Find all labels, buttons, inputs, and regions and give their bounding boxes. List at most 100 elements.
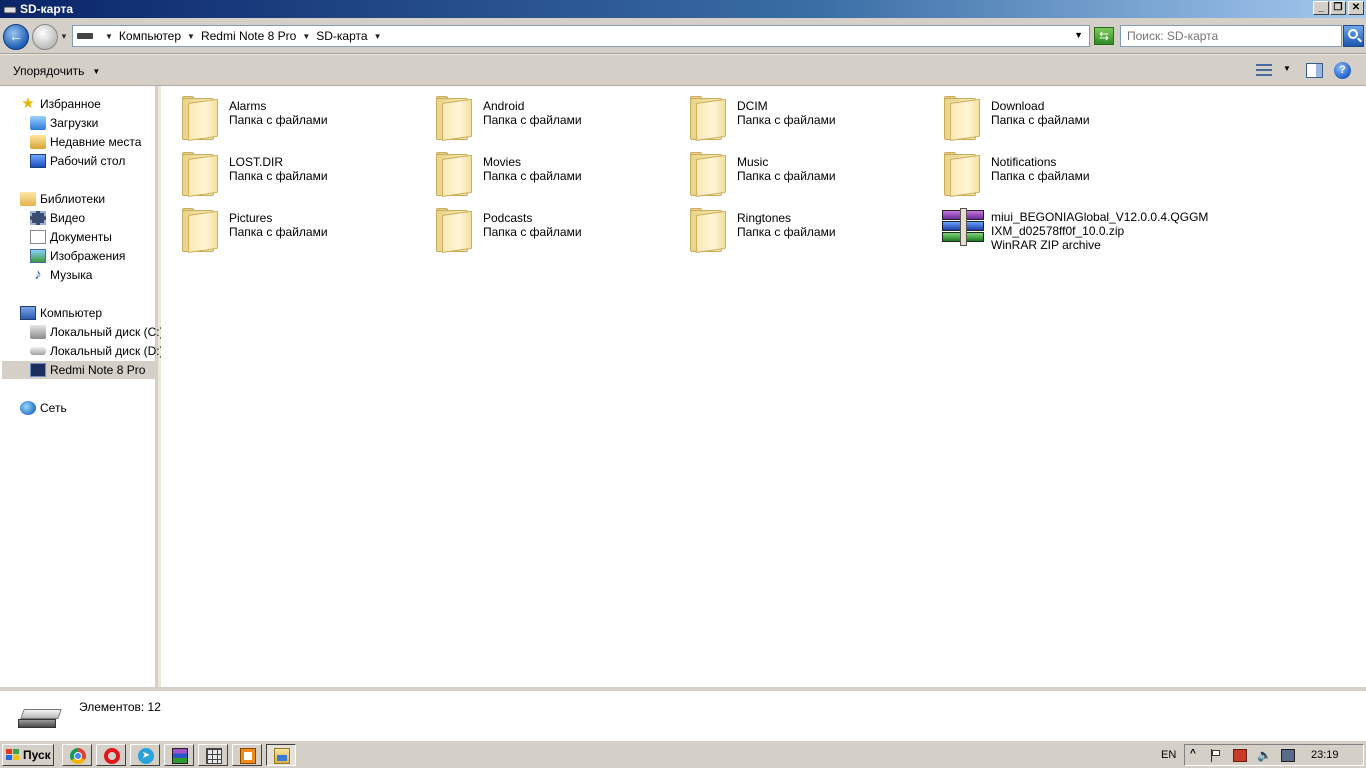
winrar-icon — [172, 748, 188, 764]
nav-music[interactable]: ♪ Музыка — [30, 266, 92, 284]
volume-icon[interactable]: 🔈 — [1257, 749, 1272, 762]
language-indicator[interactable]: EN — [1161, 749, 1176, 761]
winrar-archive-icon — [942, 208, 984, 246]
taskbar-telegram[interactable]: ➤ — [130, 744, 160, 766]
documents-icon — [30, 230, 46, 244]
nav-computer[interactable]: Компьютер — [20, 304, 102, 322]
folder-alarms[interactable]: Alarms Папка с файлами — [161, 89, 411, 141]
search-input[interactable] — [1127, 29, 1337, 43]
recent-pages-dropdown[interactable]: ▼ — [60, 32, 68, 41]
folder-ringtones[interactable]: Ringtones Папка с файлами — [669, 201, 919, 253]
folder-dcim[interactable]: DCIM Папка с файлами — [669, 89, 919, 141]
address-history-dropdown[interactable]: ▼ — [1074, 30, 1083, 40]
refresh-icon: ⇆ — [1098, 29, 1110, 43]
nav-drive-d[interactable]: Локальный диск (D:) — [30, 342, 164, 360]
item-type: Папка с файлами — [737, 169, 836, 183]
folder-notifications[interactable]: Notifications Папка с файлами — [923, 145, 1173, 197]
view-options-icon[interactable] — [1256, 63, 1272, 77]
folder-icon — [688, 152, 728, 200]
windows-logo-icon — [6, 749, 20, 761]
minimize-button[interactable]: _ — [1313, 1, 1329, 15]
item-type: Папка с файлами — [483, 113, 582, 127]
taskbar-app[interactable] — [232, 744, 262, 766]
folder-movies[interactable]: Movies Папка с файлами — [415, 145, 665, 197]
item-type: WinRAR ZIP archive — [991, 238, 1101, 252]
refresh-button[interactable]: ⇆ — [1094, 27, 1114, 45]
organize-label: Упорядочить — [13, 64, 85, 78]
search-icon-handle — [1357, 37, 1362, 43]
taskbar-chrome[interactable] — [62, 744, 92, 766]
breadcrumb-redmi[interactable]: Redmi Note 8 Pro — [201, 29, 296, 43]
chrome-icon — [70, 748, 86, 764]
nav-redmi-note-8-pro[interactable]: Redmi Note 8 Pro — [2, 361, 157, 379]
item-name: Notifications — [991, 155, 1057, 169]
nav-documents[interactable]: Документы — [30, 228, 112, 246]
nav-label: Сеть — [40, 401, 67, 415]
chevron-down-icon[interactable]: ▼ — [187, 32, 195, 41]
item-name: DCIM — [737, 99, 768, 113]
nav-pictures[interactable]: Изображения — [30, 247, 125, 265]
item-name: Podcasts — [483, 211, 533, 225]
folder-music[interactable]: Music Папка с файлами — [669, 145, 919, 197]
item-name: Ringtones — [737, 211, 792, 225]
item-name-line2: IXM_d02578ff0f_10.0.zip — [991, 224, 1125, 238]
nav-label: Недавние места — [50, 135, 142, 149]
back-button[interactable]: ← — [3, 24, 29, 50]
network-status-icon[interactable] — [1281, 749, 1295, 762]
app-icon — [240, 748, 256, 764]
folder-lost-dir[interactable]: LOST.DIR Папка с файлами — [161, 145, 411, 197]
nav-network[interactable]: Сеть — [20, 399, 67, 417]
start-button[interactable]: Пуск — [2, 744, 54, 766]
taskbar-opera[interactable] — [96, 744, 126, 766]
preview-pane-icon[interactable] — [1306, 63, 1323, 78]
chevron-down-icon[interactable]: ▼ — [302, 32, 310, 41]
nav-downloads[interactable]: Загрузки — [30, 114, 98, 132]
arrow-right-icon: → — [38, 28, 52, 44]
search-box[interactable] — [1120, 25, 1342, 47]
show-hidden-icons-button[interactable]: ^ — [1190, 748, 1196, 759]
folder-download[interactable]: Download Папка с файлами — [923, 89, 1173, 141]
item-name: Movies — [483, 155, 522, 169]
nav-label: Видео — [50, 211, 86, 225]
restore-button[interactable]: ❐ — [1330, 1, 1346, 15]
telegram-icon: ➤ — [138, 748, 154, 764]
item-type: Папка с файлами — [991, 113, 1090, 127]
nav-libraries[interactable]: Библиотеки — [20, 190, 105, 208]
action-center-flag-icon[interactable] — [1209, 749, 1223, 762]
item-name: Alarms — [229, 99, 267, 113]
breadcrumb-computer[interactable]: Компьютер — [119, 29, 181, 43]
taskbar-winrar[interactable] — [164, 744, 194, 766]
nav-recent-places[interactable]: Недавние места — [30, 133, 141, 151]
view-dropdown[interactable]: ▼ — [1283, 64, 1291, 73]
item-name: Android — [483, 99, 525, 113]
desktop-icon — [30, 154, 46, 168]
item-name: Pictures — [229, 211, 273, 225]
folder-icon — [180, 152, 220, 200]
libraries-icon — [20, 192, 36, 206]
close-button[interactable]: ✕ — [1348, 1, 1364, 15]
file-miui-zip[interactable]: miui_BEGONIAGlobal_V12.0.0.4.QGGM IXM_d0… — [923, 205, 1208, 252]
chevron-down-icon[interactable]: ▼ — [105, 32, 113, 41]
organize-button[interactable]: Упорядочить ▼ — [7, 62, 106, 80]
nav-desktop[interactable]: Рабочий стол — [30, 152, 125, 170]
taskbar-calculator[interactable] — [198, 744, 228, 766]
navigation-pane: ★ Избранное Загрузки Недавние места Рабо… — [0, 86, 164, 687]
forward-button[interactable]: → — [32, 24, 58, 50]
nav-videos[interactable]: Видео — [30, 209, 85, 227]
antivirus-icon[interactable] — [1233, 749, 1247, 762]
breadcrumb-sd-card[interactable]: SD-карта — [316, 29, 367, 43]
folder-pictures[interactable]: Pictures Папка с файлами — [161, 201, 411, 253]
taskbar-explorer[interactable] — [266, 744, 296, 766]
nav-drive-c[interactable]: Локальный диск (C:) — [30, 323, 164, 341]
video-icon — [30, 211, 46, 225]
help-icon[interactable]: ? — [1334, 62, 1351, 79]
clock[interactable]: 23:19 — [1311, 749, 1339, 761]
item-type: Папка с файлами — [483, 225, 582, 239]
folder-podcasts[interactable]: Podcasts Папка с файлами — [415, 201, 665, 253]
chevron-down-icon[interactable]: ▼ — [374, 32, 382, 41]
address-field[interactable]: ▼ Компьютер ▼ Redmi Note 8 Pro ▼ SD-карт… — [72, 25, 1090, 47]
system-tray: ^ 🔈 23:19 — [1184, 744, 1364, 766]
nav-favorites[interactable]: ★ Избранное — [20, 95, 101, 113]
search-button[interactable] — [1343, 25, 1364, 47]
folder-android[interactable]: Android Папка с файлами — [415, 89, 665, 141]
